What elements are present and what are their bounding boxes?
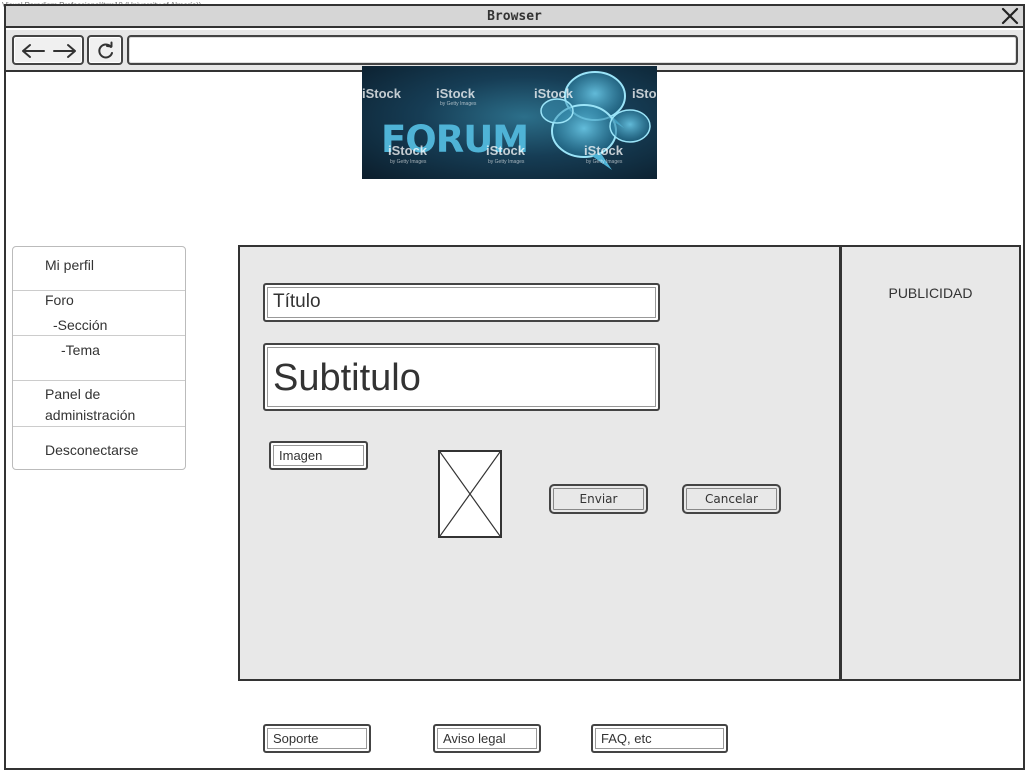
stock-mark: iStock <box>362 86 402 101</box>
reload-button[interactable] <box>87 35 123 65</box>
subtitle-input[interactable]: Subtitulo <box>263 343 660 411</box>
sidebar-item-label: Mi perfil <box>45 257 95 273</box>
stock-sub: by Getty Images <box>390 159 427 165</box>
sidebar-item-mi-perfil[interactable]: Mi perfil <box>13 247 185 291</box>
sidebar-item-foro[interactable]: Foro -Sección <box>13 291 185 336</box>
send-button[interactable]: Enviar <box>549 484 648 514</box>
stock-mark: iStock <box>436 86 476 101</box>
sidebar-item-desconectarse[interactable]: Desconectarse <box>13 427 185 470</box>
sidebar-item-tema[interactable]: -Tema <box>13 336 185 381</box>
sidebar-item-label: administración <box>45 407 136 423</box>
post-form-panel: Título Subtitulo Imagen Enviar Cancelar <box>238 245 841 681</box>
advertising-label: PUBLICIDAD <box>888 285 973 301</box>
title-input-text: Título <box>273 291 321 312</box>
stock-sub: by Getty Images <box>586 159 623 165</box>
image-upload-field[interactable]: Imagen <box>269 441 368 470</box>
image-field-label: Imagen <box>279 448 323 463</box>
arrow-left-icon[interactable] <box>20 43 46 59</box>
sidebar-item-seccion[interactable]: -Sección <box>53 315 107 336</box>
footer-link-label: FAQ, etc <box>601 731 652 746</box>
title-input[interactable]: Título <box>263 283 660 322</box>
stock-mark: iStock <box>486 143 526 158</box>
title-bar: Browser <box>6 6 1023 28</box>
subtitle-input-text: Subtitulo <box>273 357 421 399</box>
cancel-button-label: Cancelar <box>705 492 758 506</box>
back-forward-buttons <box>12 35 84 65</box>
send-button-label: Enviar <box>579 492 618 506</box>
sidebar-menu: Mi perfil Foro -Sección -Tema Panel de a… <box>12 246 186 470</box>
advertising-panel: PUBLICIDAD <box>840 245 1021 681</box>
sidebar-item-panel-administracion[interactable]: Panel de administración <box>13 381 185 427</box>
stock-sub: by Getty Images <box>488 159 525 165</box>
footer-link-label: Aviso legal <box>443 731 506 746</box>
sidebar-item-label: -Tema <box>61 342 100 358</box>
stock-mark: iStock <box>632 86 657 101</box>
footer-link-aviso-legal[interactable]: Aviso legal <box>433 724 541 753</box>
arrow-right-icon[interactable] <box>52 43 78 59</box>
footer-link-soporte[interactable]: Soporte <box>263 724 371 753</box>
image-placeholder <box>438 450 502 538</box>
sidebar-item-label: Desconectarse <box>45 442 139 458</box>
cancel-button[interactable]: Cancelar <box>682 484 781 514</box>
forum-banner-image: FORUM iStock iStock iStock iStock iStock… <box>362 66 657 179</box>
window-title: Browser <box>487 9 542 24</box>
sidebar-item-label: Panel de <box>45 386 101 402</box>
url-input[interactable] <box>127 35 1018 65</box>
sidebar-item-label: Foro <box>45 292 74 308</box>
stock-sub: by Getty Images <box>440 101 477 107</box>
image-placeholder-icon <box>440 452 500 536</box>
stock-mark: iStock <box>388 143 428 158</box>
stock-mark: iStock <box>534 86 574 101</box>
footer-link-label: Soporte <box>273 731 319 746</box>
stock-mark: iStock <box>584 143 624 158</box>
close-icon[interactable] <box>1001 7 1019 25</box>
reload-icon <box>98 41 113 59</box>
footer-link-faq[interactable]: FAQ, etc <box>591 724 728 753</box>
